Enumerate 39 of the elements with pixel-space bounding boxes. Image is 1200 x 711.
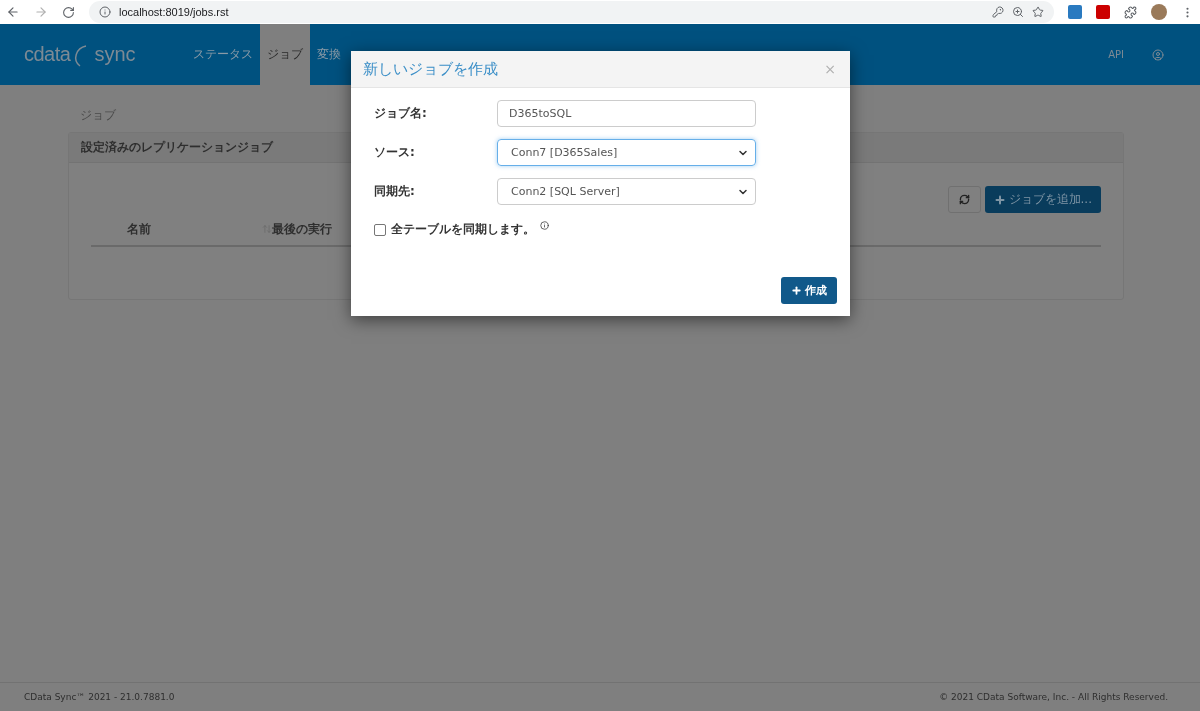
address-bar[interactable]: localhost:8019/jobs.rst [89, 1, 1054, 23]
dialog-title: 新しいジョブを作成 [363, 59, 498, 79]
field-label: ジョブ名: [374, 105, 428, 122]
api-link[interactable]: API [1108, 49, 1124, 60]
key-icon[interactable] [992, 6, 1004, 18]
profile-avatar[interactable] [1151, 4, 1167, 20]
connection-select[interactable]: Conn2 [SQL Server] [497, 178, 756, 205]
nav-tab[interactable]: ジョブ [260, 24, 310, 85]
create-button[interactable]: 作成 [781, 277, 837, 304]
reload-icon[interactable] [62, 5, 75, 19]
logo-brand-text: cdata [24, 43, 71, 66]
url-text: localhost:8019/jobs.rst [119, 6, 229, 18]
refresh-icon [958, 194, 970, 205]
connection-select[interactable]: Conn7 [D365Sales] [497, 139, 756, 166]
plus-icon [791, 285, 802, 296]
column-header[interactable]: 名前 [127, 220, 151, 238]
plus-icon [993, 193, 1006, 206]
refresh-button[interactable] [947, 186, 981, 213]
add-job-button[interactable]: ジョブを追加... [984, 186, 1101, 213]
checkbox[interactable] [374, 223, 386, 236]
field-label: 同期先: [374, 183, 416, 200]
user-icon[interactable] [1152, 48, 1164, 61]
field-label: ソース: [374, 144, 416, 161]
job-name-input[interactable]: D365toSQL [497, 100, 756, 127]
column-header[interactable]: 最後の実行 [272, 220, 332, 238]
logo-product-text: sync [94, 43, 136, 66]
star-icon[interactable] [1032, 6, 1044, 18]
close-button[interactable]: × [824, 61, 836, 77]
forward-icon[interactable] [34, 5, 48, 19]
info-icon[interactable] [99, 6, 111, 18]
back-icon[interactable] [6, 5, 20, 19]
footer-version: CData Sync™ 2021 - 21.0.7881.0 [24, 692, 175, 702]
info-icon[interactable] [540, 221, 549, 230]
footer-copyright: © 2021 CData Software, Inc. - All Rights Reserved. [939, 692, 1168, 702]
nav-tab[interactable]: ステータス [186, 24, 260, 85]
zoom-icon[interactable] [1012, 6, 1024, 18]
nav-tab[interactable]: 変換 [310, 24, 348, 85]
checkbox-label: 全テーブルを同期します。 [391, 221, 535, 238]
extensions-icon[interactable] [1124, 5, 1137, 19]
